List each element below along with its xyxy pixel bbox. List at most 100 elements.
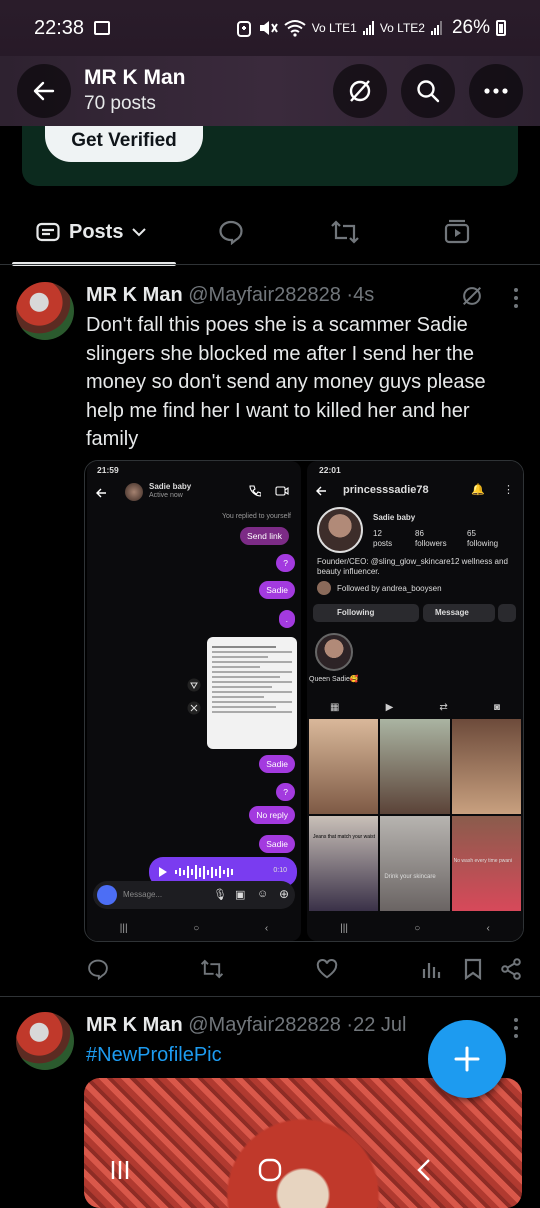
- battery-icon: [496, 20, 506, 36]
- back-chevron-icon: [417, 1159, 430, 1181]
- display-name: MR K Man: [86, 284, 183, 306]
- avatar[interactable]: [16, 1012, 74, 1070]
- ig-posts-label: posts: [373, 539, 393, 548]
- reply-button[interactable]: [84, 955, 112, 983]
- handle: @Mayfair282828: [188, 1014, 341, 1036]
- system-back-button[interactable]: [404, 1150, 444, 1190]
- document-attachment: [207, 637, 297, 749]
- chat-bubble: ?: [276, 783, 295, 801]
- grok-button[interactable]: [333, 64, 387, 118]
- grid-caption: No wash every time pwani: [453, 858, 513, 864]
- profile-back-icon: [316, 486, 326, 496]
- follower-avatar: [317, 581, 331, 595]
- ig-following-label-btn: Following: [337, 608, 375, 617]
- tab-reposts[interactable]: [330, 204, 360, 260]
- reply-icon: [88, 959, 108, 980]
- ig-post-thumb: No wash every time pwani: [451, 816, 521, 911]
- profile-name: MR K Man: [84, 66, 186, 89]
- recents-icon: |||: [119, 922, 128, 934]
- tab-media[interactable]: [444, 204, 470, 260]
- reply-bubble-icon: [219, 220, 243, 245]
- back-button[interactable]: [17, 64, 71, 118]
- system-nav-bar: [0, 1140, 540, 1200]
- ig-message-button: Message: [423, 604, 495, 622]
- tweet-text: Don't fall this poes she is a scammer Sa…: [86, 314, 486, 451]
- tweet-more-button[interactable]: [514, 288, 518, 308]
- handle: @Mayfair282828: [188, 284, 341, 306]
- bar-chart-icon: [422, 963, 441, 978]
- chat-bubble: Sadie: [259, 755, 295, 773]
- call-icon: [249, 485, 261, 497]
- gallery-icon: ▣: [235, 889, 246, 901]
- status-bar: 22:38 Vo LTE1 Vo LTE2 26%: [0, 0, 540, 56]
- home-icon: ○: [414, 922, 421, 934]
- tweet-more-button[interactable]: [514, 1018, 518, 1038]
- tweet-media[interactable]: 21:59 Sadie baby Active now You replied …: [84, 460, 524, 942]
- search-button[interactable]: [401, 64, 455, 118]
- reposts-icon: ⇄: [439, 701, 448, 713]
- lte1-label: Vo LTE1: [311, 21, 357, 35]
- ig-bio: Founder/CEO: @sling_glow_skincare12 well…: [317, 557, 508, 576]
- bookmark-button[interactable]: [459, 955, 487, 983]
- repost-icon: [331, 220, 359, 244]
- ai-icon: [187, 701, 201, 715]
- ig-post-thumb: Jeans that match your waist: [309, 816, 379, 911]
- tweet-actions: [84, 955, 524, 985]
- chat-back-icon: [96, 488, 106, 498]
- chat-bubble: Sadie: [259, 581, 295, 599]
- ig-tab-row: ▦ ▶ ⇄ ◙: [307, 697, 523, 717]
- recents-icon: [111, 1161, 129, 1179]
- divider: [0, 264, 540, 265]
- chat-nav-bar: ||| ○ ‹: [87, 913, 301, 941]
- ig-followers-count: 86: [415, 529, 424, 538]
- back-icon: ‹: [264, 922, 269, 934]
- recents-button[interactable]: [100, 1150, 140, 1190]
- more-horizontal-icon: [484, 88, 508, 94]
- camera-icon: [97, 885, 117, 905]
- tweet-author[interactable]: MR K Man @Mayfair282828 ·22 Jul: [86, 1014, 406, 1037]
- more-options-button[interactable]: [469, 64, 523, 118]
- battery-percent: 26%: [451, 17, 490, 38]
- chat-time: 21:59: [97, 465, 119, 475]
- wifi-icon: [284, 20, 306, 37]
- profile-time: 22:01: [319, 465, 341, 475]
- home-button[interactable]: [250, 1150, 290, 1190]
- ig-following-button: Following: [313, 604, 419, 622]
- views-button[interactable]: [418, 955, 446, 983]
- tab-posts[interactable]: Posts: [36, 204, 147, 260]
- tab-replies[interactable]: [218, 204, 244, 260]
- arrow-left-icon: [33, 81, 55, 101]
- tagged-icon: ◙: [493, 701, 500, 713]
- audio-duration: 0:10: [273, 867, 287, 874]
- heart-icon: [316, 959, 338, 979]
- ig-following-count: 65: [467, 529, 476, 538]
- tweet-author[interactable]: MR K Man @Mayfair282828 ·4s: [86, 284, 374, 307]
- ig-followed-by: Followed by andrea_booysen: [337, 584, 442, 593]
- ig-post-thumb: [309, 719, 379, 814]
- repost-button[interactable]: [198, 955, 226, 983]
- tab-posts-label: Posts: [69, 220, 124, 243]
- avatar[interactable]: [16, 282, 74, 340]
- grid-icon: ▦: [330, 701, 340, 713]
- grok-analyze-icon[interactable]: [460, 284, 484, 308]
- bookmark-icon: [464, 958, 482, 980]
- tweet-1[interactable]: MR K Man @Mayfair282828 ·4s Don't fall t…: [0, 282, 540, 992]
- compose-button[interactable]: [428, 1020, 506, 1098]
- reels-icon: ▶: [385, 701, 394, 713]
- video-icon: [444, 219, 470, 244]
- mute-icon: [259, 21, 278, 35]
- like-button[interactable]: [313, 955, 341, 983]
- plus-icon: [454, 1046, 480, 1072]
- ig-followers-label: followers: [415, 539, 447, 548]
- post-count: 70 posts: [84, 93, 156, 114]
- play-icon: [159, 867, 167, 877]
- search-icon: [417, 80, 440, 103]
- ig-following-label: following: [467, 539, 499, 548]
- share-icon: [501, 958, 521, 980]
- chat-bubble: .: [278, 610, 295, 628]
- share-button[interactable]: [497, 955, 525, 983]
- grid-caption: Jeans that match your waist: [313, 834, 375, 840]
- signal-1-icon: [362, 21, 374, 35]
- waveform: [175, 865, 233, 879]
- grok-icon: [349, 80, 371, 102]
